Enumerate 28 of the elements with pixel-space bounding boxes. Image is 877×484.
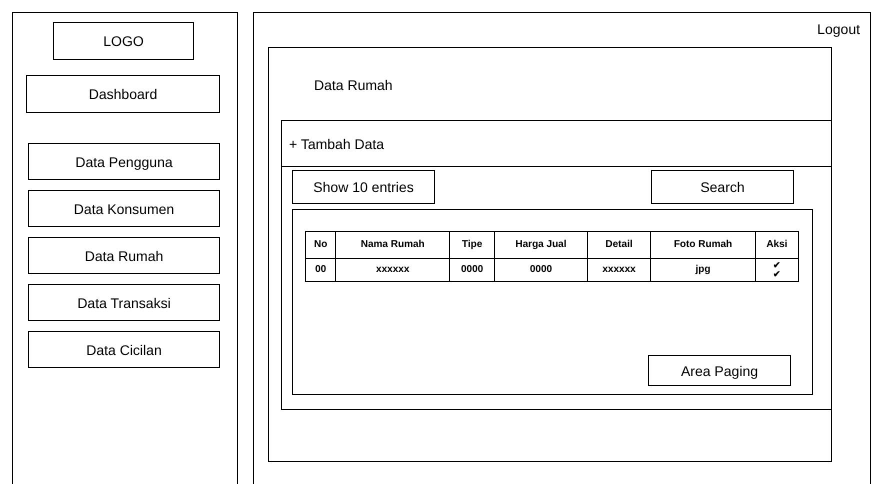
paging-area[interactable]: Area Paging [648,355,791,386]
add-data-button[interactable]: + Tambah Data [289,136,384,152]
column-header: Tipe [450,232,495,258]
menu-button[interactable]: Data Pengguna [28,143,220,180]
menu-button[interactable]: Data Konsumen [28,190,220,227]
menu-button[interactable]: Data Transaksi [28,284,220,321]
column-header: No [306,232,336,258]
column-header: Aksi [755,232,798,258]
check-mark[interactable]: ✔ [758,261,796,270]
menu-button[interactable]: Data Cicilan [28,331,220,368]
table-cell: xxxxxx [587,258,651,282]
entries-select[interactable]: Show 10 entries [292,170,435,204]
logout-link[interactable]: Logout [817,21,860,37]
page-title: Data Rumah [314,77,394,93]
dashboard-button[interactable]: Dashboard [26,75,220,113]
column-header: Harga Jual [494,232,588,258]
column-header: Nama Rumah [336,232,450,258]
column-header: Foto Rumah [650,232,756,258]
column-header: Detail [587,232,651,258]
menu-button[interactable]: Data Rumah [28,237,220,274]
search-button[interactable]: Search [651,170,794,204]
logo: LOGO [53,22,194,60]
table-cell: 0000 [450,258,495,282]
check-mark[interactable]: ✔ [758,270,796,279]
table-cell: 00 [306,258,336,282]
table-cell: xxxxxx [336,258,450,282]
table-cell: jpg [650,258,756,282]
table-cell: 0000 [494,258,588,282]
